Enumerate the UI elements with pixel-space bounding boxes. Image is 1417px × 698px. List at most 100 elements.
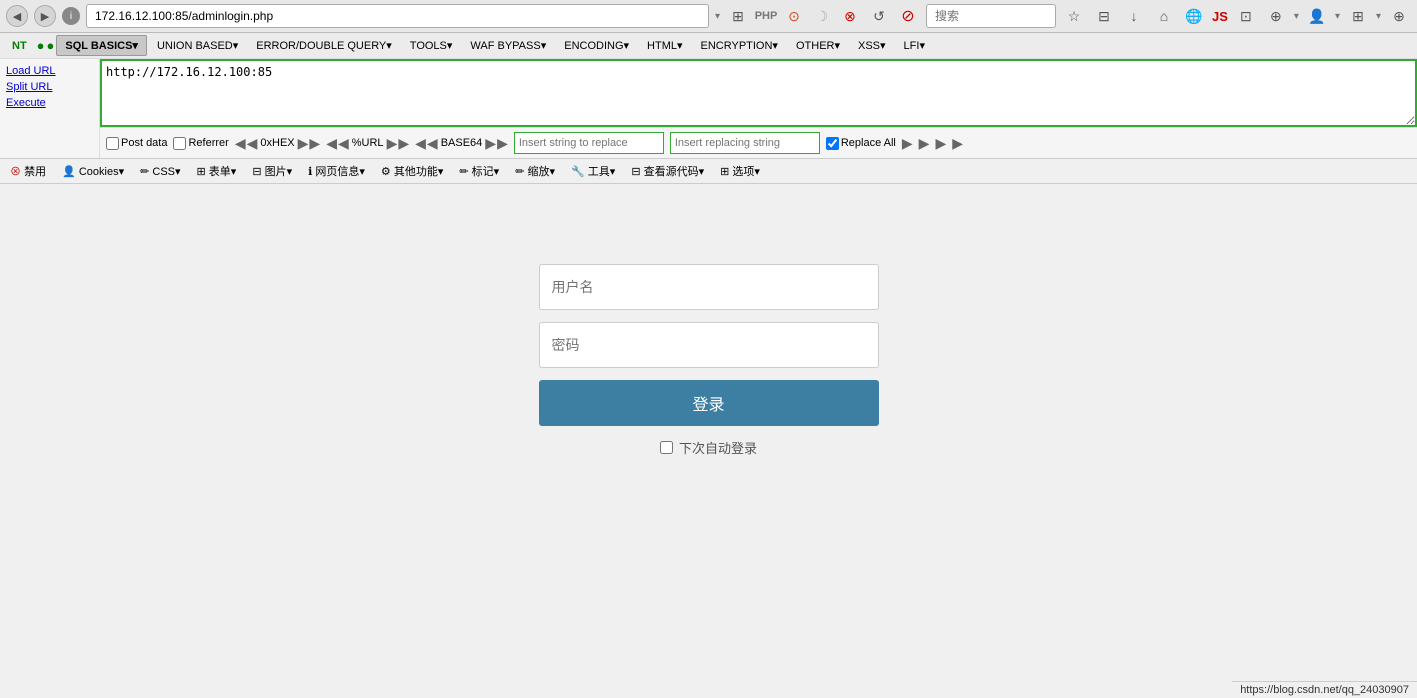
post-data-checkbox[interactable]: Post data bbox=[106, 137, 167, 150]
hex-decode-arrow2[interactable]: ◀ bbox=[247, 135, 258, 152]
login-container: 登录 下次自动登录 bbox=[539, 264, 879, 457]
download-icon[interactable]: ↓ bbox=[1122, 4, 1146, 28]
php-icon[interactable]: PHP bbox=[754, 4, 778, 28]
other-func-label: 其他功能▾ bbox=[394, 166, 444, 178]
search-bar[interactable] bbox=[926, 4, 1056, 28]
tools-button[interactable]: 🔧 工具▾ bbox=[565, 161, 621, 181]
url-decode-arrow[interactable]: ◀ bbox=[326, 135, 337, 152]
ubuntu-icon[interactable]: ⊙ bbox=[782, 4, 806, 28]
password-input[interactable] bbox=[539, 322, 879, 368]
options-button[interactable]: ⊞ 选项▾ bbox=[714, 161, 766, 181]
status-text: https://blog.csdn.net/qq_24030907 bbox=[1240, 684, 1409, 696]
base64-decode-arrow[interactable]: ◀ bbox=[415, 135, 426, 152]
star-icon[interactable]: ☆ bbox=[1062, 4, 1086, 28]
css-label: CSS▾ bbox=[152, 166, 180, 178]
menu-item-lfi[interactable]: LFI▾ bbox=[896, 36, 933, 55]
menu-item-error-double[interactable]: ERROR/DOUBLE QUERY▾ bbox=[248, 36, 400, 55]
globe-icon[interactable]: 🌐 bbox=[1182, 4, 1206, 28]
moon-icon[interactable]: ☽ bbox=[810, 4, 834, 28]
images-button[interactable]: ⊟ 图片▾ bbox=[246, 161, 298, 181]
extensions-icon[interactable]: ⊕ bbox=[1264, 4, 1288, 28]
forms-button[interactable]: ⊞ 表单▾ bbox=[191, 161, 243, 181]
other-func-button[interactable]: ⚙ 其他功能▾ bbox=[375, 161, 449, 181]
url-encode-arrow2[interactable]: ▶ bbox=[398, 135, 409, 152]
referrer-checkbox[interactable]: Referrer bbox=[173, 137, 228, 150]
responsive-icon[interactable]: ⊞ bbox=[1346, 4, 1370, 28]
css-button[interactable]: ✏ CSS▾ bbox=[134, 163, 186, 180]
menu-item-encryption[interactable]: ENCRYPTION▾ bbox=[693, 36, 786, 55]
address-bar[interactable] bbox=[86, 4, 709, 28]
replace-forward-arrow4[interactable]: ▶ bbox=[952, 135, 963, 152]
referrer-check[interactable] bbox=[173, 137, 186, 150]
login-button[interactable]: 登录 bbox=[539, 380, 879, 426]
page-info-button[interactable]: ℹ 网页信息▾ bbox=[302, 161, 371, 181]
mark-button[interactable]: ✏ 标记▾ bbox=[453, 161, 505, 181]
toolbar-more-icon[interactable]: ▾ bbox=[1294, 11, 1299, 22]
hex-encode-arrow2[interactable]: ▶ bbox=[309, 135, 320, 152]
zoom-icon: ✏ bbox=[515, 166, 524, 178]
replace-all-checkbox[interactable]: Replace All bbox=[826, 137, 896, 150]
replace-forward-arrow3[interactable]: ▶ bbox=[935, 135, 946, 152]
insert-string-to-replace-input[interactable] bbox=[514, 132, 664, 154]
tools-label: 工具▾ bbox=[588, 166, 616, 178]
js-icon[interactable]: JS bbox=[1212, 9, 1228, 24]
home-icon[interactable]: ⌂ bbox=[1152, 4, 1176, 28]
browser-icons: ⊞ PHP ⊙ ☽ ⊗ bbox=[726, 4, 862, 28]
load-url-button[interactable]: Load URL bbox=[6, 63, 93, 79]
base64-encode-arrow[interactable]: ▶ bbox=[485, 135, 496, 152]
replace-all-check[interactable] bbox=[826, 137, 839, 150]
sync-icon[interactable]: 👤 bbox=[1305, 4, 1329, 28]
menu-item-xss[interactable]: XSS▾ bbox=[850, 36, 894, 55]
zoom-button[interactable]: ✏ 缩放▾ bbox=[509, 161, 561, 181]
url-decode-arrow2[interactable]: ◀ bbox=[338, 135, 349, 152]
forward-button[interactable]: ▶ bbox=[34, 5, 56, 27]
cookies-button[interactable]: 👤 Cookies▾ bbox=[56, 163, 130, 180]
menu-item-other[interactable]: OTHER▾ bbox=[788, 36, 848, 55]
base64-encode-arrow2[interactable]: ▶ bbox=[497, 135, 508, 152]
disable-button[interactable]: ⊗ 禁用 bbox=[4, 161, 52, 181]
menu-item-nt[interactable]: NT bbox=[4, 37, 35, 55]
remember-row: 下次自动登录 bbox=[660, 438, 757, 457]
source-label: 查看源代码▾ bbox=[644, 166, 705, 178]
menu-item-waf-bypass[interactable]: WAF BYPASS▾ bbox=[462, 36, 554, 55]
sync-dropdown-icon[interactable]: ▾ bbox=[1335, 11, 1340, 22]
screenshot-icon[interactable]: ⊡ bbox=[1234, 4, 1258, 28]
hex-decode-arrow[interactable]: ◀ bbox=[235, 135, 246, 152]
url-textarea[interactable]: http://172.16.12.100:85 bbox=[100, 59, 1417, 127]
reload-button[interactable]: ↺ bbox=[868, 5, 890, 27]
cookies-icon: 👤 bbox=[62, 166, 76, 178]
menu-item-union-based[interactable]: UNION BASED▾ bbox=[149, 36, 246, 55]
menu-item-tools[interactable]: TOOLS▾ bbox=[402, 36, 461, 55]
username-input[interactable] bbox=[539, 264, 879, 310]
responsive-dropdown-icon[interactable]: ▾ bbox=[1376, 11, 1381, 22]
page-info-icon: ℹ bbox=[308, 166, 312, 178]
source-button[interactable]: ⊟ 查看源代码▾ bbox=[625, 161, 710, 181]
other-func-icon: ⚙ bbox=[381, 166, 391, 178]
cookies-label: Cookies▾ bbox=[79, 166, 124, 178]
hex-encode-label: 0xHEX bbox=[258, 137, 296, 149]
download-manager-icon[interactable]: ⊞ bbox=[726, 4, 750, 28]
replace-forward-arrow[interactable]: ▶ bbox=[902, 135, 913, 152]
green-dot-1: ● bbox=[37, 38, 45, 53]
split-url-button[interactable]: Split URL bbox=[6, 79, 93, 95]
zoom-icon[interactable]: ⊕ bbox=[1387, 4, 1411, 28]
ublock-icon[interactable]: ⊗ bbox=[838, 4, 862, 28]
bookmark-icon[interactable]: ⊟ bbox=[1092, 4, 1116, 28]
block-icon[interactable]: ⊘ bbox=[896, 4, 920, 28]
hex-encode-arrow[interactable]: ▶ bbox=[298, 135, 309, 152]
post-data-check[interactable] bbox=[106, 137, 119, 150]
menu-item-sql-basics[interactable]: SQL BASICS▾ bbox=[56, 35, 147, 56]
mark-label: 标记▾ bbox=[472, 166, 500, 178]
base64-decode-arrow2[interactable]: ◀ bbox=[427, 135, 438, 152]
menu-item-encoding[interactable]: ENCODING▾ bbox=[556, 36, 637, 55]
address-dropdown-icon[interactable]: ▾ bbox=[715, 11, 720, 22]
forms-label: 表单▾ bbox=[209, 166, 237, 178]
back-button[interactable]: ◀ bbox=[6, 5, 28, 27]
images-label: 图片▾ bbox=[265, 166, 293, 178]
menu-item-html[interactable]: HTML▾ bbox=[639, 36, 690, 55]
url-encode-arrow[interactable]: ▶ bbox=[387, 135, 398, 152]
remember-checkbox[interactable] bbox=[660, 441, 673, 454]
insert-replacing-string-input[interactable] bbox=[670, 132, 820, 154]
replace-forward-arrow2[interactable]: ▶ bbox=[919, 135, 930, 152]
execute-button[interactable]: Execute bbox=[6, 95, 93, 111]
